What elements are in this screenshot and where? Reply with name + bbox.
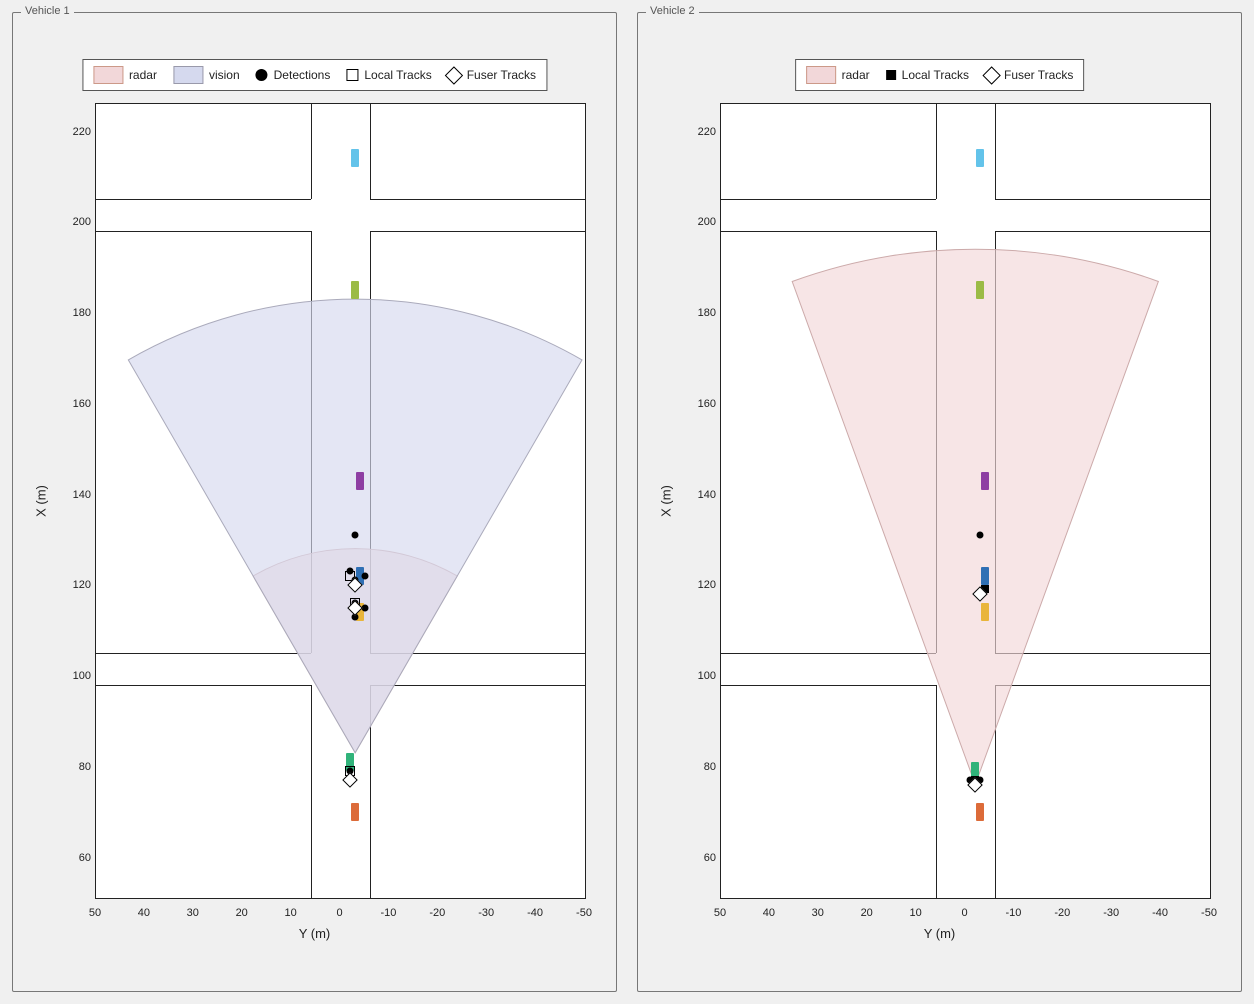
xtick: -40 — [1152, 907, 1168, 919]
figure-window: Vehicle 1 radar vision Detections Local … — [0, 0, 1254, 1004]
xtick: 0 — [336, 907, 342, 919]
ytick: 180 — [63, 307, 91, 319]
ytick: 160 — [688, 398, 716, 410]
vehicle-marker — [981, 603, 989, 621]
vehicle-marker — [981, 567, 989, 585]
local-tracks-icon — [346, 69, 358, 81]
xlabel: Y (m) — [299, 926, 331, 941]
radar-swatch-icon — [93, 66, 123, 84]
vehicle-marker — [976, 149, 984, 167]
plot-area-2[interactable]: radar Local Tracks Fuser Tracks Y (m) X … — [648, 23, 1231, 979]
ytick: 100 — [688, 670, 716, 682]
detections-marker — [977, 532, 984, 539]
vehicle-marker — [356, 472, 364, 490]
xtick: 10 — [284, 907, 296, 919]
xtick: 50 — [89, 907, 101, 919]
detections-marker — [361, 572, 368, 579]
vehicle-marker — [351, 149, 359, 167]
legend-label: Local Tracks — [364, 68, 431, 82]
legend-1: radar vision Detections Local Tracks Fus… — [82, 59, 547, 91]
vehicle-marker — [351, 281, 359, 299]
xtick: 30 — [812, 907, 824, 919]
detections-marker — [352, 532, 359, 539]
legend-label: Fuser Tracks — [1004, 68, 1073, 82]
panel-title: Vehicle 2 — [646, 5, 699, 17]
vehicle-marker — [976, 281, 984, 299]
axes-1[interactable] — [95, 103, 586, 899]
local-tracks-icon — [886, 70, 896, 80]
xtick: -30 — [478, 907, 494, 919]
vehicle-marker — [981, 472, 989, 490]
ylabel: X (m) — [659, 485, 674, 517]
radar-swatch-icon — [806, 66, 836, 84]
panel-vehicle-2: Vehicle 2 radar Local Tracks Fuser Track… — [637, 12, 1242, 992]
ytick: 120 — [688, 579, 716, 591]
fuser-tracks-icon — [982, 66, 1000, 84]
legend-label: Fuser Tracks — [467, 68, 536, 82]
legend-2: radar Local Tracks Fuser Tracks — [795, 59, 1085, 91]
panel-title: Vehicle 1 — [21, 5, 74, 17]
ytick: 100 — [63, 670, 91, 682]
ytick: 220 — [63, 126, 91, 138]
ytick: 60 — [688, 852, 716, 864]
ylabel: X (m) — [34, 485, 49, 517]
xtick: 20 — [236, 907, 248, 919]
xtick: -50 — [1201, 907, 1217, 919]
xtick: 50 — [714, 907, 726, 919]
vision-swatch-icon — [173, 66, 203, 84]
ytick: 200 — [63, 216, 91, 228]
ytick: 140 — [63, 489, 91, 501]
xtick: 20 — [861, 907, 873, 919]
detections-icon — [256, 69, 268, 81]
ytick: 60 — [63, 852, 91, 864]
xtick: -30 — [1103, 907, 1119, 919]
xtick: -20 — [1054, 907, 1070, 919]
legend-label: Detections — [274, 68, 331, 82]
ytick: 80 — [63, 761, 91, 773]
ytick: 220 — [688, 126, 716, 138]
fuser-tracks-icon — [445, 66, 463, 84]
ytick: 80 — [688, 761, 716, 773]
ytick: 120 — [63, 579, 91, 591]
legend-label: radar — [842, 68, 870, 82]
plot-area-1[interactable]: radar vision Detections Local Tracks Fus… — [23, 23, 606, 979]
legend-label: Local Tracks — [902, 68, 969, 82]
xtick: 30 — [187, 907, 199, 919]
ytick: 200 — [688, 216, 716, 228]
legend-label: vision — [209, 68, 240, 82]
xtick: -10 — [1005, 907, 1021, 919]
ytick: 140 — [688, 489, 716, 501]
xtick: -10 — [380, 907, 396, 919]
xtick: 40 — [138, 907, 150, 919]
vehicle-marker — [976, 803, 984, 821]
panel-vehicle-1: Vehicle 1 radar vision Detections Local … — [12, 12, 617, 992]
xtick: -50 — [576, 907, 592, 919]
xtick: -40 — [527, 907, 543, 919]
xtick: 10 — [909, 907, 921, 919]
xlabel: Y (m) — [924, 926, 956, 941]
axes-2[interactable] — [720, 103, 1211, 899]
xtick: -20 — [429, 907, 445, 919]
legend-label: radar — [129, 68, 157, 82]
xtick: 40 — [763, 907, 775, 919]
ytick: 180 — [688, 307, 716, 319]
xtick: 0 — [961, 907, 967, 919]
ytick: 160 — [63, 398, 91, 410]
vehicle-marker — [351, 803, 359, 821]
